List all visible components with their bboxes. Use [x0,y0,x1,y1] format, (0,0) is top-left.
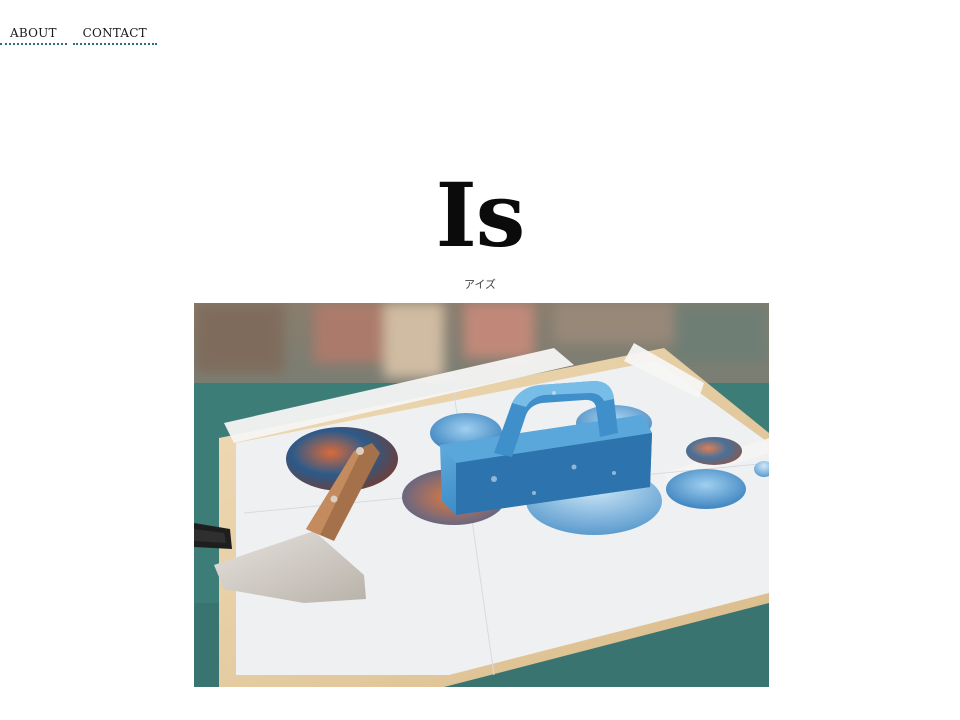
hero-image-illustration [194,303,769,687]
site-title: Is [435,163,526,267]
top-nav: ABOUT CONTACT [0,24,157,45]
nav-link-about[interactable]: ABOUT [0,24,67,45]
page: ABOUT CONTACT Is アイズ [0,0,960,720]
nav-link-contact[interactable]: CONTACT [72,24,157,45]
site-subtitle: アイズ [463,278,497,291]
hero-image [194,303,769,687]
